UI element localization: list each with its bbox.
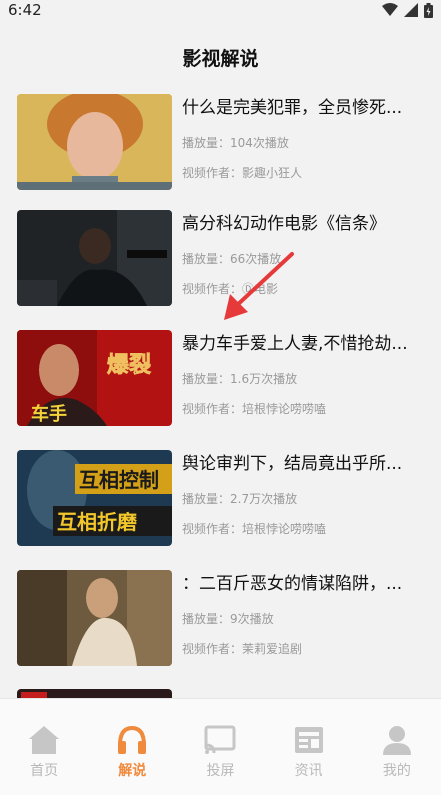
nav-label: 首页 <box>30 763 59 779</box>
video-title[interactable]: ：二百斤恶女的情谋陷阱，... <box>182 572 414 596</box>
nav-commentary[interactable]: 解说 <box>97 699 167 780</box>
video-title[interactable]: 舆论审判下，结局竟出乎所... <box>182 452 414 476</box>
nav-label: 解说 <box>118 763 147 779</box>
thumbnail-text: 互相控制 <box>79 468 159 492</box>
home-icon <box>27 723 61 757</box>
video-author: 视频作者：培根悖论唠唠嗑 <box>182 522 327 536</box>
video-thumbnail[interactable] <box>17 94 172 190</box>
thumbnail-text: 互相折磨 <box>57 510 137 534</box>
video-author: 视频作者：影趣小狂人 <box>182 166 303 180</box>
list-item[interactable]: ：二百斤恶女的情谋陷阱，... 播放量：9次播放 视频作者：茉莉爱追剧 <box>17 570 422 666</box>
news-icon <box>292 723 326 757</box>
nav-cast[interactable]: 投屏 <box>185 699 255 780</box>
annotation-arrow <box>224 252 294 320</box>
nav-label: 我的 <box>382 763 411 779</box>
video-author: 视频作者：培根悖论唠唠嗑 <box>182 402 327 416</box>
cast-icon <box>203 723 237 757</box>
play-count: 播放量：104次播放 <box>182 136 289 150</box>
bottom-nav: 首页 解说 投屏 资讯 我的 <box>0 698 441 795</box>
page-title: 影视解说 <box>182 48 259 70</box>
play-count: 播放量：1.6万次播放 <box>182 372 298 386</box>
video-title[interactable]: 高分科幻动作电影《信条》 <box>182 212 414 236</box>
nav-profile[interactable]: 我的 <box>362 699 432 780</box>
list-item[interactable]: 爆裂 车手 暴力车手爱上人妻,不惜抢劫... 播放量：1.6万次播放 视频作者：… <box>17 330 422 426</box>
status-bar: 6:42 <box>0 0 441 20</box>
video-title[interactable]: 什么是完美犯罪，全员惨死... <box>182 96 414 120</box>
nav-label: 投屏 <box>206 763 235 779</box>
person-icon <box>380 723 414 757</box>
wifi-icon <box>382 3 398 16</box>
play-count: 播放量：2.7万次播放 <box>182 492 298 506</box>
battery-icon <box>424 2 433 18</box>
video-thumbnail[interactable] <box>17 570 172 666</box>
headphones-icon <box>115 723 149 757</box>
video-thumbnail[interactable]: 互相控制 互相折磨 <box>17 450 172 546</box>
nav-label: 资讯 <box>294 763 323 779</box>
signal-icon <box>404 3 418 17</box>
play-count: 播放量：9次播放 <box>182 612 274 626</box>
status-icons <box>382 2 433 18</box>
video-title[interactable]: 暴力车手爱上人妻,不惜抢劫... <box>182 332 414 356</box>
thumbnail-text: 车手 <box>31 403 67 425</box>
list-item[interactable]: 什么是完美犯罪，全员惨死... 播放量：104次播放 视频作者：影趣小狂人 <box>17 94 422 190</box>
status-time: 6:42 <box>8 1 42 19</box>
thumbnail-text: 爆裂 <box>107 353 151 378</box>
video-thumbnail[interactable]: 爆裂 车手 <box>17 330 172 426</box>
nav-home[interactable]: 首页 <box>9 699 79 780</box>
video-thumbnail[interactable] <box>17 210 172 306</box>
video-author: 视频作者：茉莉爱追剧 <box>182 642 303 656</box>
nav-news[interactable]: 资讯 <box>274 699 344 780</box>
list-item[interactable]: 互相控制 互相折磨 舆论审判下，结局竟出乎所... 播放量：2.7万次播放 视频… <box>17 450 422 546</box>
